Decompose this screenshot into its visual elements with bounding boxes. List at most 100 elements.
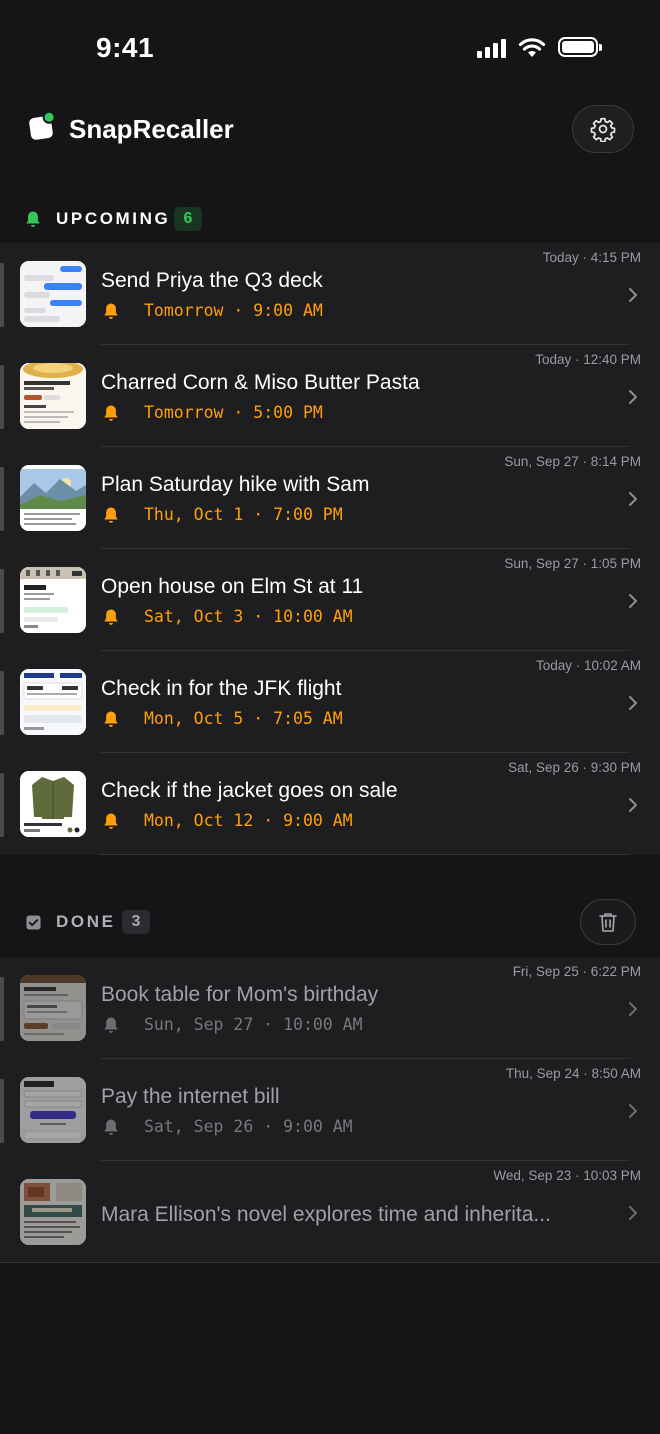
- done-section-header: DONE 3: [0, 899, 660, 945]
- chevron-right-icon: [629, 390, 637, 404]
- captured-timestamp: Sun, Sep 27 · 8:14 PM: [504, 454, 641, 469]
- upcoming-section-header: UPCOMING 6: [0, 197, 660, 241]
- reminder: Thu, Oct 1 · 7:00 PM: [101, 505, 343, 524]
- bell-icon: [104, 1017, 118, 1033]
- reminder: Sun, Sep 27 · 10:00 AM: [101, 1015, 363, 1034]
- captured-timestamp: Wed, Sep 23 · 10:03 PM: [493, 1168, 641, 1183]
- list-item[interactable]: Fri, Sep 25 · 6:22 PM Book table for Mom…: [0, 957, 660, 1059]
- item-title: Plan Saturday hike with Sam: [101, 473, 370, 496]
- bell-icon: [104, 1119, 118, 1135]
- gear-icon: [590, 117, 616, 142]
- bell-icon: [26, 211, 40, 227]
- list-item[interactable]: Today · 12:40 PM Charred Corn & Miso But…: [0, 345, 660, 447]
- captured-timestamp: Today · 12:40 PM: [535, 352, 641, 367]
- captured-timestamp: Today · 4:15 PM: [542, 250, 641, 265]
- wifi-icon: [518, 37, 546, 57]
- item-title: Pay the internet bill: [101, 1085, 280, 1108]
- upcoming-label: UPCOMING: [56, 209, 171, 228]
- checkbox-icon: [26, 914, 41, 930]
- row-indicator: [0, 671, 4, 735]
- row-indicator: [0, 569, 4, 633]
- captured-timestamp: Fri, Sep 25 · 6:22 PM: [512, 964, 641, 979]
- bell-icon: [104, 711, 118, 727]
- list-item[interactable]: Sun, Sep 27 · 1:05 PM Open house on Elm …: [0, 549, 660, 651]
- chevron-right-icon: [629, 1206, 637, 1220]
- chevron-right-icon: [629, 288, 637, 302]
- reminder: Tomorrow · 9:00 AM: [101, 301, 323, 320]
- done-count-badge: 3: [122, 910, 150, 934]
- trash-icon: [599, 913, 617, 932]
- bell-icon: [104, 813, 118, 829]
- bill-payment-screenshot-thumbnail: [20, 1077, 86, 1143]
- app-header: SnapRecaller: [0, 100, 660, 160]
- item-title: Check if the jacket goes on sale: [101, 779, 398, 802]
- chevron-right-icon: [629, 1104, 637, 1118]
- chevron-right-icon: [629, 1002, 637, 1016]
- captured-timestamp: Today · 10:02 AM: [535, 658, 641, 673]
- reminder: Sat, Oct 3 · 10:00 AM: [101, 607, 353, 626]
- messages-screenshot-thumbnail: [20, 261, 86, 327]
- captured-timestamp: Thu, Sep 24 · 8:50 AM: [505, 1066, 641, 1081]
- reminder-time: Tomorrow · 5:00 PM: [144, 403, 323, 422]
- reminder: Mon, Oct 5 · 7:05 AM: [101, 709, 343, 728]
- upcoming-list: Today · 4:15 PM Send Priya the Q3 deck T…: [0, 243, 660, 855]
- bell-icon: [104, 405, 118, 421]
- list-item[interactable]: Today · 4:15 PM Send Priya the Q3 deck T…: [0, 243, 660, 345]
- reminder-time: Sat, Sep 26 · 9:00 AM: [144, 1117, 353, 1136]
- list-item[interactable]: Thu, Sep 24 · 8:50 AM Pay the internet b…: [0, 1059, 660, 1161]
- item-title: Charred Corn & Miso Butter Pasta: [101, 371, 420, 394]
- reminder-time: Sat, Oct 3 · 10:00 AM: [144, 607, 353, 626]
- status-time: 9:41: [96, 32, 155, 63]
- bell-icon: [104, 609, 118, 625]
- list-item[interactable]: Today · 10:02 AM Check in for the JFK fl…: [0, 651, 660, 753]
- list-item[interactable]: Sun, Sep 27 · 8:14 PM Plan Saturday hike…: [0, 447, 660, 549]
- reminder-time: Tomorrow · 9:00 AM: [144, 301, 323, 320]
- item-title: Open house on Elm St at 11: [101, 575, 364, 598]
- bell-icon: [104, 303, 118, 319]
- row-indicator: [0, 977, 4, 1041]
- list-item[interactable]: Sat, Sep 26 · 9:30 PM Check if the jacke…: [0, 753, 660, 855]
- done-label: DONE: [56, 912, 116, 931]
- reminder: Tomorrow · 5:00 PM: [101, 403, 323, 422]
- row-indicator: [0, 1079, 4, 1143]
- captured-timestamp: Sun, Sep 27 · 1:05 PM: [504, 556, 641, 571]
- app-title: SnapRecaller: [69, 114, 234, 144]
- row-divider: [0, 1262, 660, 1263]
- settings-button[interactable]: [572, 105, 634, 153]
- clear-done-button[interactable]: [580, 899, 636, 945]
- item-title: Send Priya the Q3 deck: [101, 269, 323, 292]
- item-title: Check in for the JFK flight: [101, 677, 342, 700]
- cellular-signal-icon: [477, 36, 506, 58]
- reminder-time: Sun, Sep 27 · 10:00 AM: [144, 1015, 363, 1034]
- row-indicator: [0, 467, 4, 531]
- done-list: Fri, Sep 25 · 6:22 PM Book table for Mom…: [0, 957, 660, 1263]
- reminder-time: Thu, Oct 1 · 7:00 PM: [144, 505, 343, 524]
- chevron-right-icon: [629, 798, 637, 812]
- book-page-screenshot-thumbnail: [20, 1179, 86, 1245]
- chevron-right-icon: [629, 696, 637, 710]
- real-estate-listing-screenshot-thumbnail: [20, 567, 86, 633]
- app-logo-icon: [28, 109, 57, 141]
- battery-icon: [558, 37, 602, 57]
- recipe-screenshot-thumbnail: [20, 363, 86, 429]
- upcoming-count-badge: 6: [174, 207, 202, 231]
- restaurant-reservation-screenshot-thumbnail: [20, 975, 86, 1041]
- chevron-right-icon: [629, 594, 637, 608]
- bell-icon: [104, 507, 118, 523]
- jacket-product-screenshot-thumbnail: [20, 771, 86, 837]
- flight-booking-screenshot-thumbnail: [20, 669, 86, 735]
- list-item[interactable]: Wed, Sep 23 · 10:03 PM Mara Ellison's no…: [0, 1161, 660, 1263]
- item-title: Book table for Mom's birthday: [101, 983, 379, 1006]
- item-title: Mara Ellison's novel explores time and i…: [101, 1203, 551, 1226]
- reminder-time: Mon, Oct 5 · 7:05 AM: [144, 709, 343, 728]
- mountain-trail-screenshot-thumbnail: [20, 465, 86, 531]
- chevron-right-icon: [629, 492, 637, 506]
- reminder-time: Mon, Oct 12 · 9:00 AM: [144, 811, 353, 830]
- row-divider: [101, 854, 630, 855]
- row-indicator: [0, 365, 4, 429]
- row-indicator: [0, 773, 4, 837]
- row-indicator: [0, 263, 4, 327]
- reminder: Sat, Sep 26 · 9:00 AM: [101, 1117, 353, 1136]
- captured-timestamp: Sat, Sep 26 · 9:30 PM: [508, 760, 641, 775]
- status-bar: 9:41: [0, 0, 660, 96]
